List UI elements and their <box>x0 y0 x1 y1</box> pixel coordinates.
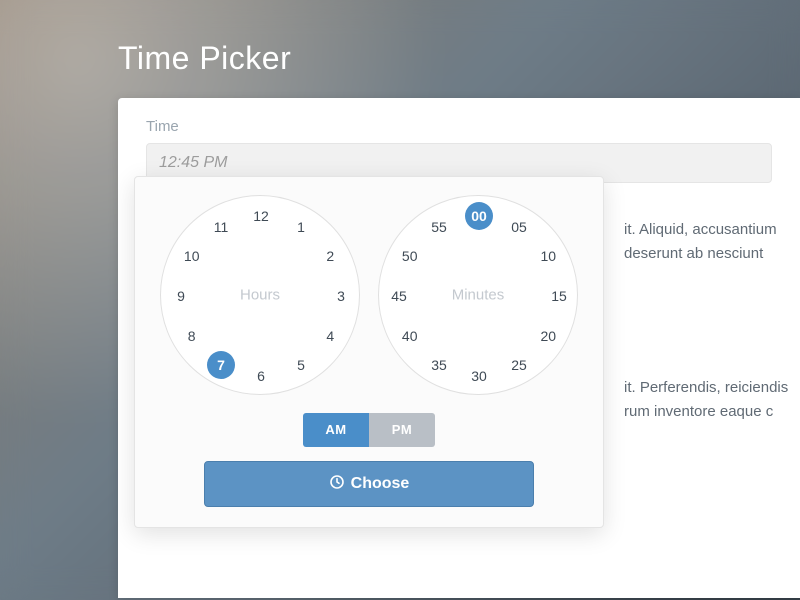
minute-tick-15[interactable]: 15 <box>545 282 573 310</box>
minutes-dial[interactable]: Minutes 00 0510 15 2025 30 3540 45 5055 <box>378 195 578 395</box>
minute-tick-20[interactable]: 20 <box>534 322 562 350</box>
minute-tick-45[interactable]: 45 <box>385 282 413 310</box>
hour-tick-8[interactable]: 8 <box>178 322 206 350</box>
am-segment[interactable]: AM <box>303 413 369 447</box>
lorem-line-1: it. Aliquid, accusantium deserunt ab nes… <box>624 218 790 266</box>
hour-tick-10[interactable]: 10 <box>178 242 206 270</box>
time-picker-popup: Hours 121234567891011 Minutes 0005101520… <box>134 176 604 528</box>
minutes-dial-label: Minutes <box>452 287 505 304</box>
ampm-toggle[interactable]: AM PM <box>153 413 585 447</box>
choose-button[interactable]: Choose <box>204 461 534 507</box>
hour-tick-11[interactable]: 11 <box>207 213 235 241</box>
hour-tick-7[interactable]: 7 <box>207 351 235 379</box>
hour-tick-12[interactable]: 12 <box>247 202 275 230</box>
minute-tick-00[interactable]: 00 <box>465 202 493 230</box>
hours-dial[interactable]: Hours 12 12 3 45678 9 1011 <box>160 195 360 395</box>
minute-tick-55[interactable]: 55 <box>425 213 453 241</box>
hour-tick-6[interactable]: 6 <box>247 362 275 390</box>
minute-tick-50[interactable]: 50 <box>396 242 424 270</box>
lorem-line-2: it. Perferendis, reiciendis rum inventor… <box>624 376 790 424</box>
time-label: Time <box>146 118 772 135</box>
choose-button-label: Choose <box>351 475 410 493</box>
background-text: it. Aliquid, accusantium deserunt ab nes… <box>624 218 790 424</box>
hour-tick-2[interactable]: 2 <box>316 242 344 270</box>
hour-tick-1[interactable]: 1 <box>287 213 315 241</box>
pm-segment[interactable]: PM <box>369 413 435 447</box>
minute-tick-25[interactable]: 25 <box>505 351 533 379</box>
minute-tick-35[interactable]: 35 <box>425 351 453 379</box>
clock-icon <box>329 474 345 495</box>
minute-tick-40[interactable]: 40 <box>396 322 424 350</box>
minute-tick-30[interactable]: 30 <box>465 362 493 390</box>
hour-tick-5[interactable]: 5 <box>287 351 315 379</box>
page-title: Time Picker <box>118 40 291 77</box>
card: Time it. Aliquid, accusantium deserunt a… <box>118 98 800 598</box>
minute-tick-10[interactable]: 10 <box>534 242 562 270</box>
hours-dial-label: Hours <box>240 287 280 304</box>
minute-tick-05[interactable]: 05 <box>505 213 533 241</box>
hour-tick-3[interactable]: 3 <box>327 282 355 310</box>
hour-tick-4[interactable]: 4 <box>316 322 344 350</box>
hour-tick-9[interactable]: 9 <box>167 282 195 310</box>
